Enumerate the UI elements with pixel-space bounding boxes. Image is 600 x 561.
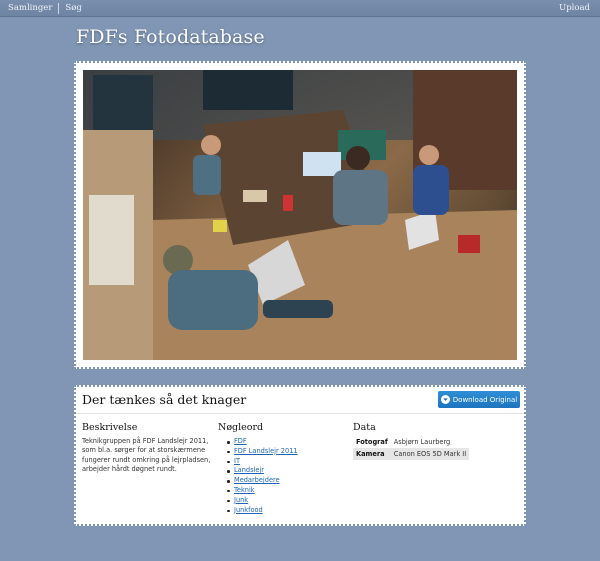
photo-title: Der tænkes så det knager xyxy=(82,392,247,407)
keyword-link[interactable]: Teknik xyxy=(226,486,298,496)
main-photo[interactable] xyxy=(83,70,517,360)
keyword-link[interactable]: Junk xyxy=(226,496,298,506)
keyword-link[interactable]: FDF Landslejr 2011 xyxy=(226,447,298,457)
metadata-table: Fotograf Asbjørn Laurberg Kamera Canon E… xyxy=(353,436,470,460)
panel-divider xyxy=(76,413,524,414)
photo-info-panel: Der tænkes så det knager Download Origin… xyxy=(74,385,526,526)
download-label: Download Original xyxy=(452,395,518,404)
keyword-link[interactable]: Medarbejdere xyxy=(226,476,298,486)
keyword-link[interactable]: FDF xyxy=(226,437,298,447)
download-icon xyxy=(440,395,450,404)
site-title[interactable]: FDFs Fotodatabase xyxy=(76,26,265,48)
metadata-value: Canon EOS 5D Mark II xyxy=(390,448,470,460)
data-heading: Data xyxy=(353,422,376,433)
nav-samlinger[interactable]: Samlinger xyxy=(8,3,52,14)
photo-illustration xyxy=(83,70,517,360)
metadata-key: Fotograf xyxy=(356,438,388,446)
top-nav-bar: Samlinger Søg Upload xyxy=(0,0,600,17)
keyword-link[interactable]: Landslejr xyxy=(226,466,298,476)
keywords-heading: Nøgleord xyxy=(218,422,264,433)
nav-soeg[interactable]: Søg xyxy=(65,3,81,14)
description-text: Teknikgruppen på FDF Landslejr 2011, som… xyxy=(82,437,211,474)
keywords-list: FDF FDF Landslejr 2011 IT Landslejr Meda… xyxy=(226,437,298,515)
nav-separator xyxy=(58,3,60,14)
download-original-button[interactable]: Download Original xyxy=(438,391,520,408)
table-row: Kamera Canon EOS 5D Mark II xyxy=(353,448,470,460)
description-heading: Beskrivelse xyxy=(82,422,138,433)
keyword-link[interactable]: Junkfood xyxy=(226,506,298,516)
nav-upload[interactable]: Upload xyxy=(559,3,590,13)
table-row: Fotograf Asbjørn Laurberg xyxy=(353,436,469,448)
metadata-key: Kamera xyxy=(353,448,391,460)
keyword-link[interactable]: IT xyxy=(226,457,298,467)
photo-frame xyxy=(74,61,526,369)
metadata-value: Asbjørn Laurberg xyxy=(393,438,451,446)
nav-left: Samlinger Søg xyxy=(8,3,82,14)
